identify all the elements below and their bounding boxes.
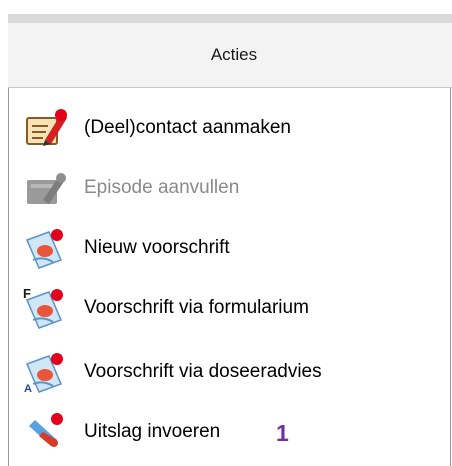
action-prescription-dosing[interactable]: A Voorschrift via doseeradvies [9, 348, 450, 396]
top-divider [8, 14, 452, 23]
episode-pencil-icon [21, 166, 69, 210]
test-tube-icon [21, 410, 69, 454]
contact-pencil-icon [21, 106, 69, 150]
annotation-number: 1 [276, 420, 289, 446]
acties-panel: Acties (Deel)contact aanmaken Episode aa… [0, 0, 452, 466]
panel-header: Acties [8, 23, 452, 88]
action-label: Voorschrift via doseeradvies [84, 361, 322, 382]
action-new-prescription[interactable]: Nieuw voorschrift [9, 224, 450, 272]
panel-title: Acties [210, 45, 258, 64]
action-enter-result[interactable]: Uitslag invoeren [9, 408, 450, 456]
action-label: Episode aanvullen [84, 177, 240, 198]
action-create-contact[interactable]: (Deel)contact aanmaken [9, 104, 450, 152]
action-complete-episode[interactable]: Episode aanvullen [9, 164, 450, 212]
svg-text:A: A [24, 383, 32, 394]
action-label: Uitslag invoeren [84, 421, 221, 442]
action-label: Nieuw voorschrift [84, 237, 230, 258]
prescription-formulary-icon: F [21, 286, 69, 330]
action-prescription-formulary[interactable]: F Voorschrift via formularium [9, 284, 450, 332]
prescription-dosing-icon: A [21, 350, 69, 394]
svg-text:F: F [23, 286, 31, 301]
action-label: Voorschrift via formularium [84, 297, 309, 318]
action-label: (Deel)contact aanmaken [84, 117, 291, 138]
prescription-icon [21, 226, 69, 270]
action-list: (Deel)contact aanmaken Episode aanvullen [8, 88, 451, 466]
